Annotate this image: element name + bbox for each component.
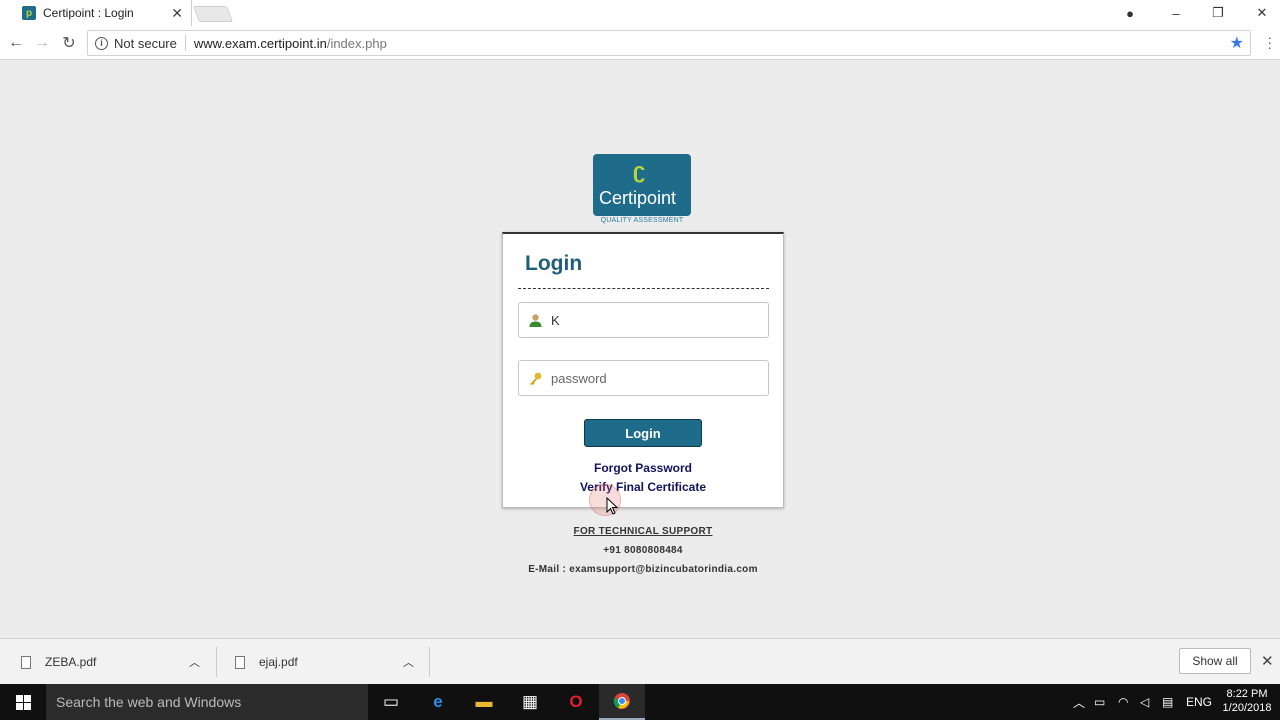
forward-arrow-icon[interactable]: →: [32, 33, 52, 53]
battery-icon[interactable]: ▭: [1094, 684, 1105, 720]
page-content: ʗ Certipoint QUALITY ASSESSMENT Login Lo…: [0, 61, 1280, 638]
download-item[interactable]: ejaj.pdf: [235, 649, 298, 675]
shelf-divider: [216, 647, 217, 677]
taskbar-clock[interactable]: 8:22 PM 1/20/2018: [1215, 687, 1279, 715]
volume-icon[interactable]: ◁: [1140, 684, 1149, 720]
download-options-chevron-icon[interactable]: ︿: [189, 649, 200, 675]
address-divider: [184, 35, 186, 51]
browser-toolbar: ← → ↻ i Not secure www.exam.certipoint.i…: [0, 26, 1280, 60]
reload-icon[interactable]: ↻: [59, 33, 79, 53]
mouse-pointer-icon: [606, 496, 619, 520]
clock-date: 1/20/2018: [1222, 702, 1272, 714]
forgot-password-link[interactable]: Forgot Password: [503, 461, 783, 475]
support-heading: FOR TECHNICAL SUPPORT: [573, 526, 713, 537]
bookmark-star-icon[interactable]: ★: [1230, 33, 1244, 53]
login-heading: Login: [525, 252, 583, 275]
task-view-icon[interactable]: ▭: [368, 684, 414, 720]
notifications-icon[interactable]: ▤: [1162, 684, 1173, 720]
address-bar[interactable]: i Not secure www.exam.certipoint.in /ind…: [87, 30, 1251, 56]
windows-logo-icon: [15, 694, 31, 710]
download-options-chevron-icon[interactable]: ︿: [403, 649, 414, 675]
windows-taskbar: Search the web and Windows ▭ e ▬ ▦ O ︿ ▭…: [0, 684, 1280, 720]
password-field[interactable]: [518, 360, 769, 396]
username-field[interactable]: [518, 302, 769, 338]
logo-mark-icon: ʗ: [633, 158, 646, 183]
browser-tab[interactable]: p Certipoint : Login ✕: [8, 0, 192, 26]
show-all-button[interactable]: Show all: [1179, 648, 1251, 674]
tab-title: Certipoint : Login: [43, 6, 134, 20]
user-icon: [527, 312, 543, 328]
shelf-close-icon[interactable]: ✕: [1261, 652, 1274, 670]
restore-button[interactable]: ❐: [1196, 0, 1240, 26]
heading-divider: [518, 288, 769, 289]
language-indicator[interactable]: ENG: [1186, 684, 1212, 720]
file-explorer-icon[interactable]: ▬: [461, 684, 507, 720]
key-icon: [527, 370, 543, 386]
pdf-file-icon: [21, 655, 31, 669]
store-icon[interactable]: ▦: [507, 684, 553, 720]
window-close-button[interactable]: ✕: [1240, 0, 1280, 26]
tray-chevron-icon[interactable]: ︿: [1073, 684, 1085, 720]
new-tab-button[interactable]: [193, 6, 233, 22]
back-arrow-icon[interactable]: ←: [6, 33, 26, 53]
downloads-shelf: ZEBA.pdf ︿ ejaj.pdf ︿ Show all ✕: [0, 638, 1280, 684]
browser-menu-icon[interactable]: · · ·: [1267, 30, 1272, 54]
support-phone: +91 8080808484: [603, 545, 683, 556]
download-filename: ejaj.pdf: [259, 655, 298, 669]
password-input[interactable]: [551, 370, 751, 386]
edge-browser-icon[interactable]: e: [415, 684, 461, 720]
verify-certificate-link[interactable]: Verify Final Certificate: [503, 480, 783, 494]
username-input[interactable]: [551, 312, 751, 328]
login-card: Login Login Forgot Password Verify Final…: [502, 232, 784, 508]
url-host: www.exam.certipoint.in: [193, 35, 327, 51]
chrome-browser-icon[interactable]: [599, 684, 645, 720]
url-path: /index.php: [326, 35, 387, 51]
logo-name: Certipoint: [599, 188, 677, 208]
shelf-divider: [429, 647, 430, 677]
download-item[interactable]: ZEBA.pdf: [21, 649, 96, 675]
login-button[interactable]: Login: [584, 419, 702, 447]
taskbar-search[interactable]: Search the web and Windows: [46, 684, 368, 720]
start-button[interactable]: [0, 684, 46, 720]
browser-titlebar: p Certipoint : Login ✕ ● – ❐ ✕: [0, 0, 1280, 26]
minimize-button[interactable]: –: [1154, 0, 1198, 26]
logo-tagline: QUALITY ASSESSMENT: [600, 217, 684, 224]
support-email: E-Mail : examsupport@bizincubatorindia.c…: [528, 564, 758, 575]
clock-time: 8:22 PM: [1226, 688, 1268, 700]
opera-browser-icon[interactable]: O: [553, 684, 599, 720]
pdf-file-icon: [235, 655, 245, 669]
logo-badge: ʗ Certipoint: [593, 154, 691, 216]
certipoint-favicon-icon: p: [22, 6, 36, 20]
info-icon[interactable]: i: [95, 36, 108, 50]
profile-icon[interactable]: ●: [1108, 0, 1152, 26]
certipoint-logo: ʗ Certipoint QUALITY ASSESSMENT: [593, 154, 691, 226]
security-label[interactable]: Not secure: [114, 36, 177, 51]
tab-close-icon[interactable]: ✕: [171, 5, 183, 22]
wifi-icon[interactable]: ◠: [1118, 684, 1128, 720]
download-filename: ZEBA.pdf: [45, 655, 97, 669]
